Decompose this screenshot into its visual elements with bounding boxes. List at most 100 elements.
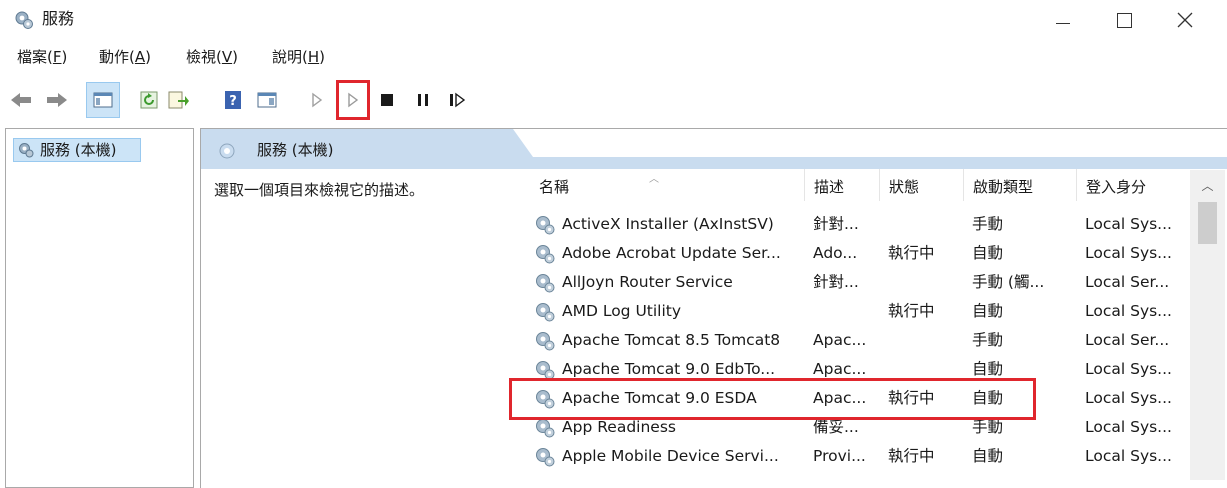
back-icon	[11, 93, 31, 107]
maximize-button[interactable]	[1101, 4, 1147, 36]
service-gear-icon	[534, 214, 556, 236]
pane-header-slant	[497, 129, 533, 169]
service-description: Provi...	[813, 447, 866, 465]
help-icon: ?	[225, 91, 241, 109]
column-separator[interactable]	[804, 169, 805, 201]
service-startup-type: 手動 (觸...	[972, 273, 1045, 291]
services-gear-icon	[18, 142, 34, 158]
column-separator[interactable]	[879, 169, 880, 201]
properties-icon	[257, 92, 277, 108]
service-startup-type: 手動	[972, 331, 1004, 349]
description-prompt: 選取一個項目來檢視它的描述。	[214, 181, 425, 199]
console-tree: 服務 (本機)	[5, 128, 194, 488]
column-header-status[interactable]: 狀態	[889, 176, 919, 198]
service-startup-type: 自動	[972, 360, 1004, 378]
column-separator[interactable]	[1076, 169, 1077, 201]
stop-service-button[interactable]	[374, 82, 400, 118]
menu-view-key: V	[221, 48, 233, 66]
show-hide-tree-button[interactable]	[86, 82, 120, 118]
service-gear-icon	[534, 301, 556, 323]
refresh-button[interactable]	[134, 82, 164, 118]
pane-header-tab	[201, 129, 513, 169]
scroll-thumb[interactable]	[1198, 202, 1217, 244]
menu-view[interactable]: 檢視(V)	[186, 44, 238, 70]
forward-icon	[47, 93, 67, 107]
menu-action[interactable]: 動作(A)	[99, 44, 151, 70]
service-gear-icon	[534, 272, 556, 294]
service-name: Apache Tomcat 8.5 Tomcat8	[562, 331, 781, 349]
service-logon-as: Local Ser...	[1085, 331, 1170, 349]
service-logon-as: Local Sys...	[1085, 215, 1172, 233]
service-logon-as: Local Sys...	[1085, 302, 1172, 320]
menu-help[interactable]: 說明(H)	[272, 44, 325, 70]
properties-button[interactable]	[252, 82, 282, 118]
menu-action-key: A	[134, 48, 146, 66]
pause-service-button[interactable]	[410, 82, 436, 118]
close-icon	[1177, 12, 1193, 28]
service-description: 針對...	[813, 273, 859, 291]
minimize-button[interactable]	[1040, 4, 1086, 36]
help-button[interactable]: ?	[218, 82, 248, 118]
scroll-up-button[interactable]: ︿	[1190, 170, 1225, 200]
service-status: 執行中	[888, 244, 935, 262]
column-header-startup-type[interactable]: 啟動類型	[973, 176, 1033, 198]
service-startup-type: 自動	[972, 447, 1004, 465]
service-status: 執行中	[888, 302, 935, 320]
export-list-button[interactable]	[164, 82, 194, 118]
pane-header: 服務 (本機)	[201, 129, 1227, 169]
service-description: Ado...	[813, 244, 858, 262]
service-startup-type: 手動	[972, 215, 1004, 233]
start-service-button-disabled[interactable]	[304, 82, 330, 118]
pause-service-icon	[418, 94, 428, 106]
pane-title: 服務 (本機)	[257, 141, 334, 159]
menu-view-label: 檢視	[186, 48, 217, 66]
svg-text:?: ?	[229, 94, 237, 109]
column-header-description[interactable]: 描述	[814, 176, 844, 198]
service-description: 針對...	[813, 215, 859, 233]
column-header-logon-as[interactable]: 登入身分	[1086, 176, 1146, 198]
service-logon-as: Local Sys...	[1085, 360, 1172, 378]
pane-header-strip	[513, 157, 1227, 169]
column-header-name[interactable]: 名稱	[539, 176, 569, 198]
resume-service-button[interactable]	[444, 82, 470, 118]
service-gear-icon	[534, 446, 556, 468]
service-logon-as: Local Sys...	[1085, 447, 1172, 465]
services-gear-icon	[14, 10, 34, 30]
minimize-icon	[1056, 22, 1070, 24]
service-description: Apac...	[813, 360, 867, 378]
back-button[interactable]	[6, 82, 36, 118]
title-bar[interactable]: 服務	[0, 0, 1227, 40]
table-row[interactable]: AMD Log Utility 執行中 自動 Local Sys...	[530, 297, 1210, 326]
service-name: Apache Tomcat 9.0 EdbTo...	[562, 360, 776, 378]
service-gear-icon	[534, 243, 556, 265]
start-service-icon	[312, 92, 323, 108]
table-row[interactable]: AllJoyn Router Service 針對... 手動 (觸... Lo…	[530, 268, 1210, 297]
service-name: AMD Log Utility	[562, 302, 682, 320]
stop-service-icon	[381, 94, 393, 106]
row-highlight-box	[509, 378, 1036, 420]
close-button[interactable]	[1162, 4, 1208, 36]
service-name: Apple Mobile Device Servi...	[562, 447, 779, 465]
service-logon-as: Local Sys...	[1085, 418, 1172, 436]
table-row[interactable]: Apache Tomcat 8.5 Tomcat8 Apac... 手動 Loc…	[530, 326, 1210, 355]
service-gear-icon	[534, 417, 556, 439]
service-name: ActiveX Installer (AxInstSV)	[562, 215, 774, 233]
service-name: Adobe Acrobat Update Ser...	[562, 244, 781, 262]
menu-help-label: 說明	[272, 48, 303, 66]
tree-item-label: 服務 (本機)	[40, 141, 117, 159]
forward-button[interactable]	[42, 82, 72, 118]
tree-item-services-local[interactable]: 服務 (本機)	[13, 138, 141, 162]
column-separator[interactable]	[963, 169, 964, 201]
service-status: 執行中	[888, 447, 935, 465]
table-row[interactable]: ActiveX Installer (AxInstSV) 針對... 手動 Lo…	[530, 210, 1210, 239]
table-row[interactable]: Apple Mobile Device Servi... Provi... 執行…	[530, 442, 1210, 471]
menu-help-key: H	[307, 48, 320, 66]
window-title: 服務	[42, 9, 75, 28]
vertical-scrollbar[interactable]: ︿	[1190, 170, 1225, 480]
chevron-up-icon: ︿	[1201, 178, 1214, 193]
service-logon-as: Local Sys...	[1085, 244, 1172, 262]
service-name: AllJoyn Router Service	[562, 273, 733, 291]
table-row[interactable]: Adobe Acrobat Update Ser... Ado... 執行中 自…	[530, 239, 1210, 268]
menu-file[interactable]: 檔案(F)	[17, 44, 67, 70]
menu-file-label: 檔案	[17, 48, 48, 66]
